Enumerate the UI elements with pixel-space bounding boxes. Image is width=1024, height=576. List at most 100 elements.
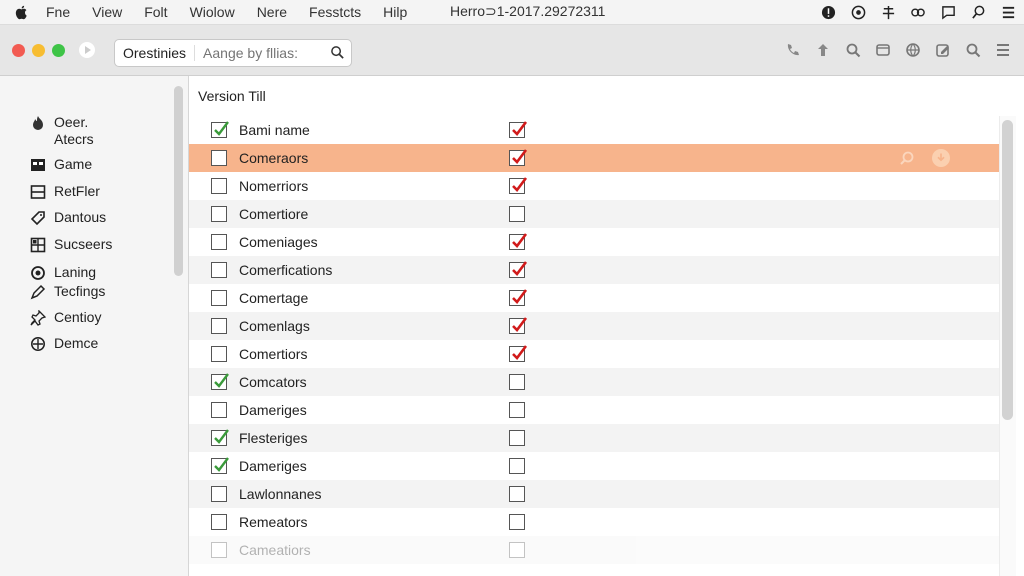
row-checkbox-primary[interactable] — [211, 402, 227, 418]
find-icon[interactable] — [964, 41, 982, 59]
row-checkbox-secondary[interactable] — [509, 542, 525, 558]
table-row[interactable]: Comenlags — [189, 312, 1000, 340]
menu-item-font[interactable]: Folt — [144, 4, 167, 20]
info-icon[interactable] — [820, 4, 836, 20]
table-row[interactable]: Comeraors — [189, 144, 1000, 172]
red-check-icon — [512, 177, 528, 192]
row-checkbox-primary[interactable] — [211, 514, 227, 530]
search-icon[interactable] — [330, 45, 345, 60]
sidebar-item-game[interactable]: Game — [30, 156, 92, 173]
table-row[interactable]: Lawlonnanes — [189, 480, 1000, 508]
row-checkbox-secondary[interactable] — [509, 486, 525, 502]
row-checkbox-secondary[interactable] — [509, 289, 528, 306]
row-actions — [898, 149, 950, 167]
content-scrollbar[interactable] — [1002, 120, 1013, 420]
search-scope-label[interactable]: Orestinies — [123, 45, 186, 61]
row-checkbox-secondary[interactable] — [509, 317, 528, 334]
table-row[interactable]: Comertiore — [189, 200, 1000, 228]
row-checkbox-primary[interactable] — [211, 373, 229, 390]
search-icon[interactable] — [970, 4, 986, 20]
table-row[interactable]: Cameatiors — [189, 536, 1000, 564]
sidebar-item-centioy[interactable]: Centioy — [30, 309, 101, 326]
sidebar-item-demce[interactable]: Demce — [30, 335, 98, 352]
sidebar-item-retfler[interactable]: RetFler — [30, 183, 100, 200]
menu-item-effects[interactable]: Fesstcts — [309, 4, 361, 20]
row-checkbox-primary[interactable] — [211, 429, 229, 446]
row-checkbox-secondary[interactable] — [509, 345, 528, 362]
menu-item-help[interactable]: Hilp — [383, 4, 407, 20]
row-checkbox-secondary[interactable] — [509, 402, 525, 418]
red-check-icon — [512, 233, 528, 248]
sidebar-scrollbar[interactable] — [174, 86, 183, 276]
network-icon[interactable] — [880, 4, 896, 20]
zoom-icon[interactable] — [844, 41, 862, 59]
row-checkbox-secondary[interactable] — [509, 233, 528, 250]
chat-icon[interactable] — [940, 4, 956, 20]
sidebar-item-tecfings[interactable]: Tecfings — [30, 283, 105, 300]
menu-item-window[interactable]: Wiolow — [190, 4, 235, 20]
sidebar-item-label: Centioy — [54, 309, 102, 325]
phone-icon[interactable] — [784, 41, 802, 59]
sidebar-item-sucseers[interactable]: Sucseers — [30, 236, 112, 253]
table-row[interactable]: Remeators — [189, 508, 1000, 536]
table-row[interactable]: Comertiors — [189, 340, 1000, 368]
row-checkbox-primary[interactable] — [211, 206, 227, 222]
apple-icon[interactable] — [14, 4, 30, 20]
search-input[interactable] — [203, 45, 322, 61]
row-checkbox-secondary[interactable] — [509, 458, 525, 474]
row-checkbox-primary[interactable] — [211, 150, 227, 166]
row-checkbox-secondary[interactable] — [509, 261, 528, 278]
up-icon[interactable] — [814, 41, 832, 59]
zoom-button[interactable] — [52, 44, 65, 57]
row-checkbox-secondary[interactable] — [509, 430, 525, 446]
column-header[interactable]: Version Till — [198, 88, 266, 104]
table-row[interactable]: Comcators — [189, 368, 1000, 396]
row-checkbox-primary[interactable] — [211, 178, 227, 194]
table-row[interactable]: Flesteriges — [189, 424, 1000, 452]
table-row[interactable]: Bami name — [189, 116, 1000, 144]
row-checkbox-primary[interactable] — [211, 318, 227, 334]
window-icon[interactable] — [874, 41, 892, 59]
globe-icon[interactable] — [904, 41, 922, 59]
row-name: Remeators — [239, 514, 308, 530]
table-row[interactable]: Comeniages — [189, 228, 1000, 256]
menu-icon[interactable] — [1000, 4, 1016, 20]
row-checkbox-primary[interactable] — [211, 346, 227, 362]
search-field[interactable]: Orestinies — [114, 39, 352, 67]
row-checkbox-primary[interactable] — [211, 486, 227, 502]
table-row[interactable]: Comerfications — [189, 256, 1000, 284]
row-checkbox-secondary[interactable] — [509, 206, 525, 222]
sidebar-item-laning[interactable]: Laning — [30, 264, 96, 281]
row-checkbox-primary[interactable] — [211, 290, 227, 306]
menu-item-view[interactable]: View — [92, 4, 122, 20]
link-icon[interactable] — [910, 4, 926, 20]
row-checkbox-secondary[interactable] — [509, 514, 525, 530]
zoom-icon[interactable] — [898, 149, 916, 167]
minimize-button[interactable] — [32, 44, 45, 57]
play-icon[interactable] — [78, 41, 96, 59]
row-checkbox-secondary[interactable] — [509, 121, 528, 138]
target-icon — [30, 265, 46, 281]
compass-icon[interactable] — [850, 4, 866, 20]
table-row[interactable]: Dameriges — [189, 452, 1000, 480]
row-checkbox-primary[interactable] — [211, 262, 227, 278]
menu-item-nere[interactable]: Nere — [257, 4, 287, 20]
row-checkbox-primary[interactable] — [211, 542, 227, 558]
table-row[interactable]: Nomerriors — [189, 172, 1000, 200]
row-checkbox-primary[interactable] — [211, 457, 229, 474]
menu-item-file[interactable]: Fne — [46, 4, 70, 20]
row-checkbox-primary[interactable] — [211, 121, 229, 138]
red-check-icon — [512, 149, 528, 164]
table-row[interactable]: Dameriges — [189, 396, 1000, 424]
edit-icon[interactable] — [934, 41, 952, 59]
row-checkbox-secondary[interactable] — [509, 149, 528, 166]
sidebar-item-dantous[interactable]: Dantous — [30, 209, 106, 226]
row-checkbox-secondary[interactable] — [509, 177, 528, 194]
list-icon[interactable] — [994, 41, 1012, 59]
table-row[interactable]: Comertage — [189, 284, 1000, 312]
row-checkbox-primary[interactable] — [211, 234, 227, 250]
sidebar-item-users[interactable]: Oeer. Atecrs — [30, 114, 94, 148]
close-button[interactable] — [12, 44, 25, 57]
download-icon[interactable] — [932, 149, 950, 167]
row-checkbox-secondary[interactable] — [509, 374, 525, 390]
